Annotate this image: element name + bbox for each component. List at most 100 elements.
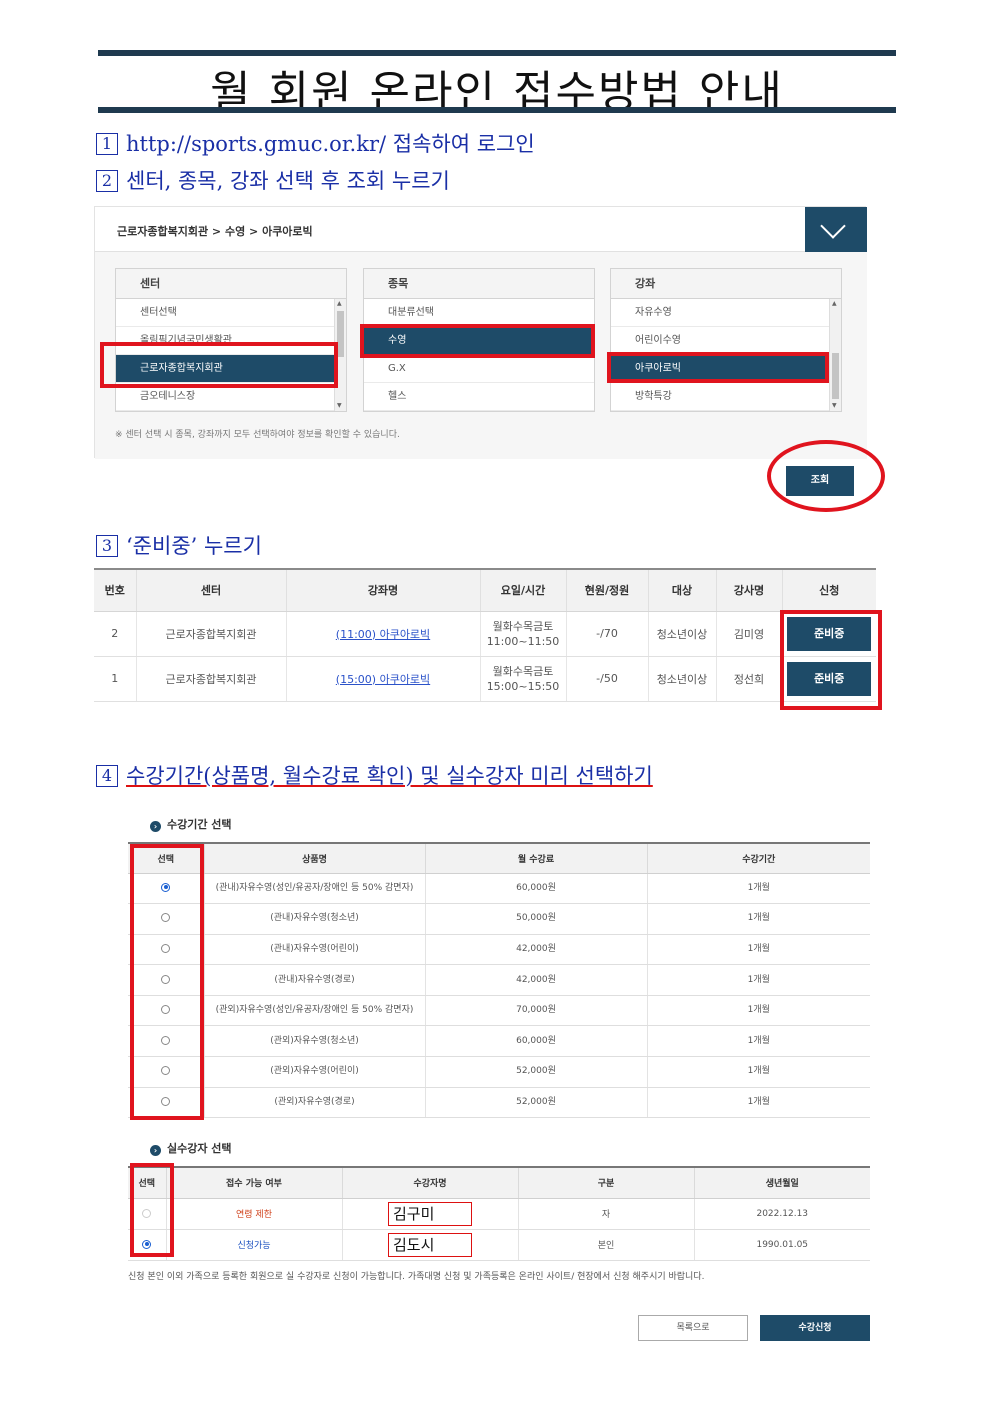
table-row: (관외)자유수영(성인/유공자/장애인 등 50% 감면자) 70,000원 1…	[128, 995, 870, 1027]
table-row: 연령 제한 김구미 자 2022.12.13	[128, 1198, 870, 1230]
table-header-row: 번호 센터 강좌명 요일/시간 현원/정원 대상 강사명 신청	[94, 568, 876, 612]
column-header: 수강기간	[646, 842, 870, 874]
period-table: 선택 상품명 월 수강료 수강기간 (관내)자유수영(성인/유공자/장애인 등 …	[128, 842, 870, 1119]
product-name: (관내)자유수영(경로)	[203, 964, 425, 996]
column-header: 요일/시간	[479, 568, 566, 612]
column-header: 생년월일	[693, 1166, 870, 1199]
scroll-down-icon[interactable]: ▼	[832, 402, 837, 410]
highlight-center	[100, 342, 338, 388]
row-days: 월화수목금토	[492, 664, 554, 678]
row-schedule: 월화수목금토 15:00~15:50	[479, 656, 566, 702]
center-option[interactable]: 센터선택	[116, 299, 346, 327]
product-name: (관외)자유수영(어린이)	[203, 1056, 425, 1088]
step-1: 1 http://sports.gmuc.or.kr/ 접속하여 로그인	[96, 128, 535, 158]
product-name: (관외)자유수영(성인/유공자/장애인 등 50% 감면자)	[203, 995, 425, 1027]
step-1-number: 1	[96, 133, 118, 155]
course-period: 1개월	[646, 934, 870, 966]
column-header: 접수 가능 여부	[165, 1166, 342, 1199]
birth-date: 1990.01.05	[693, 1229, 870, 1261]
course-period: 1개월	[646, 903, 870, 935]
course-table: 번호 센터 강좌명 요일/시간 현원/정원 대상 강사명 신청 2 근로자종합복…	[94, 568, 876, 702]
scroll-up-icon[interactable]: ▲	[832, 300, 837, 308]
row-instructor: 김미영	[715, 611, 782, 657]
student-name: 김도시	[388, 1232, 472, 1257]
student-name-cell: 김도시	[341, 1229, 518, 1261]
column-header: 대상	[647, 568, 716, 612]
table-row: (관내)자유수영(성인/유공자/장애인 등 50% 감면자) 60,000원 1…	[128, 873, 870, 905]
table-row: 1 근로자종합복지회관 (15:00) 아쿠아로빅 월화수목금토 15:00~15…	[94, 656, 876, 702]
scroll-up-icon[interactable]: ▲	[337, 300, 342, 308]
scroll-thumb[interactable]	[337, 311, 344, 357]
scroll-down-icon[interactable]: ▼	[337, 402, 342, 410]
course-listbox-header: 강좌	[611, 269, 841, 299]
row-schedule: 월화수목금토 11:00~11:50	[479, 611, 566, 657]
monthly-fee: 52,000원	[424, 1056, 647, 1088]
relation: 자	[517, 1198, 694, 1230]
step-2-text: 센터, 종목, 강좌 선택 후 조회 누르기	[126, 169, 450, 193]
table-row: (관내)자유수영(어린이) 42,000원 1개월	[128, 934, 870, 966]
table-row: (관외)자유수영(어린이) 52,000원 1개월	[128, 1056, 870, 1088]
row-instructor: 정선희	[715, 656, 782, 702]
row-capacity: -/70	[565, 611, 648, 657]
product-name: (관내)자유수영(성인/유공자/장애인 등 50% 감면자)	[203, 873, 425, 905]
course-option[interactable]: 자유수영	[611, 299, 841, 327]
student-table: 선택 접수 가능 여부 수강자명 구분 생년월일 연령 제한 김구미 자 202…	[128, 1166, 870, 1261]
course-scrollbar[interactable]: ▲ ▼	[829, 299, 841, 411]
highlight-period-select-column	[130, 844, 204, 1120]
table-header-row: 선택 접수 가능 여부 수강자명 구분 생년월일	[128, 1166, 870, 1199]
column-header: 현원/정원	[565, 568, 648, 612]
monthly-fee: 52,000원	[424, 1087, 647, 1119]
period-section-title: › 수강기간 선택	[150, 816, 232, 832]
birth-date: 2022.12.13	[693, 1198, 870, 1230]
expand-toggle-button[interactable]	[805, 207, 867, 252]
column-header: 강사명	[715, 568, 782, 612]
row-course-cell: (11:00) 아쿠아로빅	[285, 611, 480, 657]
sport-option[interactable]: 대분류선택	[364, 299, 594, 327]
step-1-text: http://sports.gmuc.or.kr/ 접속하여 로그인	[126, 132, 535, 156]
course-link[interactable]: (15:00) 아쿠아로빅	[336, 673, 430, 686]
step-4: 4 수강기간(상품명, 월수강료 확인) 및 실수강자 미리 선택하기	[96, 760, 653, 790]
step-2-number: 2	[96, 170, 118, 192]
monthly-fee: 70,000원	[424, 995, 647, 1027]
row-number: 2	[94, 611, 136, 657]
sport-option[interactable]: G.X	[364, 355, 594, 383]
row-center: 근로자종합복지회관	[135, 611, 286, 657]
highlight-sport	[360, 324, 595, 358]
scroll-thumb[interactable]	[832, 353, 839, 399]
course-listbox[interactable]: 강좌 자유수영 어린이수영 아쿠아로빅 방학특강 ▲ ▼	[610, 268, 842, 412]
course-period: 1개월	[646, 1087, 870, 1119]
highlight-apply-column	[780, 610, 882, 710]
course-option[interactable]: 어린이수영	[611, 327, 841, 355]
course-period: 1개월	[646, 1056, 870, 1088]
student-name-cell: 김구미	[341, 1198, 518, 1230]
column-header: 번호	[94, 568, 136, 612]
step-4-text: 수강기간(상품명, 월수강료 확인) 및 실수강자 미리 선택하기	[126, 764, 653, 788]
selection-note: ※ 센터 선택 시 종목, 강좌까지 모두 선택하여야 정보를 확인할 수 있습…	[115, 430, 400, 440]
highlight-search-button	[767, 440, 885, 512]
center-listbox[interactable]: 센터 센터선택 올림픽기념국민생활관 근로자종합복지회관 금오테니스장 ▲ ▼	[115, 268, 347, 412]
course-apply-button[interactable]: 수강신청	[760, 1315, 870, 1341]
monthly-fee: 60,000원	[424, 1025, 647, 1058]
monthly-fee: 42,000원	[424, 934, 647, 966]
course-period: 1개월	[646, 995, 870, 1027]
column-header: 월 수강료	[424, 842, 647, 874]
table-row: (관외)자유수영(경로) 52,000원 1개월	[128, 1087, 870, 1119]
back-to-list-button[interactable]: 목록으로	[638, 1315, 748, 1341]
step-3-number: 3	[96, 535, 118, 557]
product-name: (관내)자유수영(어린이)	[203, 934, 425, 966]
table-header-row: 선택 상품명 월 수강료 수강기간	[128, 842, 870, 874]
course-option[interactable]: 방학특강	[611, 383, 841, 411]
breadcrumb: 근로자종합복지회관 > 수영 > 아쿠아로빅	[117, 225, 313, 238]
course-period: 1개월	[646, 964, 870, 996]
table-row: 2 근로자종합복지회관 (11:00) 아쿠아로빅 월화수목금토 11:00~11…	[94, 611, 876, 657]
row-days: 월화수목금토	[492, 619, 554, 633]
course-period: 1개월	[646, 1025, 870, 1058]
product-name: (관내)자유수영(청소년)	[203, 903, 425, 935]
sport-option[interactable]: 헬스	[364, 383, 594, 411]
course-link[interactable]: (11:00) 아쿠아로빅	[336, 628, 430, 641]
table-row: (관내)자유수영(경로) 42,000원 1개월	[128, 964, 870, 996]
chevron-down-icon	[820, 213, 846, 239]
row-number: 1	[94, 656, 136, 702]
table-row: (관내)자유수영(청소년) 50,000원 1개월	[128, 903, 870, 935]
family-registration-note: 신청 본인 이외 가족으로 등록한 회원으로 실 수강자로 신청이 가능합니다.…	[128, 1272, 705, 1282]
